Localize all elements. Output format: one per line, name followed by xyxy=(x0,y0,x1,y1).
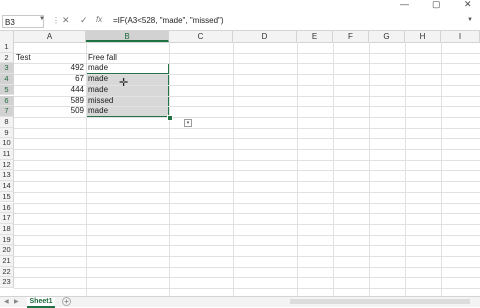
more-icon: ⋮ xyxy=(52,16,60,25)
cell-b3[interactable]: made xyxy=(88,63,108,74)
sheet-tab-bar: ◀ ▶ Sheet1 + xyxy=(0,296,480,308)
column-header-b[interactable]: B xyxy=(86,31,169,42)
gridline xyxy=(14,256,480,257)
cursor-icon: ✛ xyxy=(119,77,129,89)
quick-analysis-icon[interactable]: ▾ xyxy=(184,119,192,127)
gridline xyxy=(14,223,480,225)
column-header-d[interactable]: D xyxy=(233,31,297,42)
column-header-a[interactable]: A xyxy=(14,31,86,42)
cell-b7[interactable]: made xyxy=(88,106,108,117)
column-header-c[interactable]: C xyxy=(169,31,233,42)
row-header[interactable]: 22 xyxy=(0,266,14,278)
row-header[interactable]: 7 xyxy=(0,106,14,117)
cell-a3[interactable]: 492 xyxy=(14,63,84,74)
row-header[interactable]: 8 xyxy=(0,116,14,128)
column-header-h[interactable]: H xyxy=(405,31,441,42)
row-header[interactable]: 18 xyxy=(0,223,14,235)
gridline xyxy=(14,245,480,247)
cell-b4[interactable]: made xyxy=(88,74,108,85)
gridline xyxy=(86,42,87,296)
cell-b2[interactable]: Free fall xyxy=(88,53,117,64)
sheet-tab[interactable]: Sheet1 xyxy=(27,297,55,308)
column-header-i[interactable]: I xyxy=(441,31,480,42)
minimize-icon[interactable]: — xyxy=(400,0,409,9)
gridline xyxy=(14,170,480,172)
gridline xyxy=(14,116,480,118)
row-header[interactable]: 14 xyxy=(0,181,14,192)
column-header-f[interactable]: F xyxy=(333,31,369,42)
gridline xyxy=(405,42,406,296)
gridline xyxy=(14,181,480,183)
gridline xyxy=(297,42,298,296)
gridline xyxy=(14,288,480,290)
row-header[interactable]: 13 xyxy=(0,170,14,182)
cell-b6[interactable]: missed xyxy=(88,96,113,107)
row-header[interactable]: 2 xyxy=(0,52,14,64)
close-icon[interactable]: ✕ xyxy=(464,0,472,9)
formula-bar: B3 ▼ ⋮ ✕ ✓ fx =IF(A3<528, "made", "misse… xyxy=(0,13,480,31)
row-header[interactable]: 16 xyxy=(0,202,14,214)
row-header[interactable]: 21 xyxy=(0,256,14,267)
gridline xyxy=(233,42,234,296)
row-header[interactable]: 3 xyxy=(0,63,14,75)
horizontal-scrollbar[interactable] xyxy=(290,299,470,304)
gridline xyxy=(14,277,480,279)
gridline xyxy=(14,52,480,54)
row-header[interactable]: 19 xyxy=(0,234,14,246)
row-header[interactable]: 5 xyxy=(0,84,14,96)
cell-b5[interactable]: made xyxy=(88,85,108,96)
row-header[interactable]: 9 xyxy=(0,127,14,139)
gridline xyxy=(14,191,480,193)
gridline xyxy=(14,202,480,204)
gridline xyxy=(441,42,442,296)
gridline xyxy=(14,234,480,236)
gridline xyxy=(14,149,480,150)
insert-function-icon[interactable]: fx xyxy=(96,15,102,24)
select-all-corner[interactable] xyxy=(0,31,14,42)
chevron-down-icon[interactable]: ▼ xyxy=(39,16,45,22)
row-header[interactable]: 4 xyxy=(0,74,14,85)
row-header[interactable]: 11 xyxy=(0,149,14,160)
formula-input[interactable]: =IF(A3<528, "made", "missed") xyxy=(113,15,224,27)
gridline xyxy=(14,138,480,140)
row-header[interactable]: 23 xyxy=(0,277,14,289)
gridline xyxy=(369,42,370,296)
gridline xyxy=(14,266,480,268)
cell-a5[interactable]: 444 xyxy=(14,85,84,96)
gridline xyxy=(14,213,480,215)
fill-handle[interactable] xyxy=(167,115,173,121)
column-header-g[interactable]: G xyxy=(369,31,405,42)
row-header[interactable]: 1 xyxy=(0,42,14,53)
cell-a4[interactable]: 67 xyxy=(14,74,84,85)
gridline xyxy=(169,42,170,296)
row-header[interactable]: 12 xyxy=(0,159,14,171)
gridline xyxy=(14,159,480,161)
row-header[interactable]: 20 xyxy=(0,245,14,256)
cell-a2[interactable]: Test xyxy=(16,53,31,64)
row-header[interactable]: 15 xyxy=(0,191,14,203)
name-box[interactable]: B3 xyxy=(2,15,44,28)
row-header[interactable]: 10 xyxy=(0,138,14,149)
gridline xyxy=(333,42,334,296)
cancel-icon[interactable]: ✕ xyxy=(62,15,70,26)
enter-icon[interactable]: ✓ xyxy=(80,15,88,26)
row-header[interactable]: 6 xyxy=(0,95,14,107)
add-sheet-icon[interactable]: + xyxy=(62,297,71,306)
expand-formula-bar-icon[interactable]: ▼ xyxy=(467,17,473,23)
row-header[interactable]: 17 xyxy=(0,213,14,224)
worksheet-grid[interactable]: Test Free fall 492 made 67 made 444 made… xyxy=(14,42,480,296)
column-header-e[interactable]: E xyxy=(297,31,333,42)
restore-icon[interactable]: ▢ xyxy=(432,0,441,9)
cell-a6[interactable]: 589 xyxy=(14,96,84,107)
cell-a7[interactable]: 509 xyxy=(14,106,84,117)
gridline xyxy=(14,127,480,129)
title-bar: — ▢ ✕ xyxy=(0,0,480,13)
